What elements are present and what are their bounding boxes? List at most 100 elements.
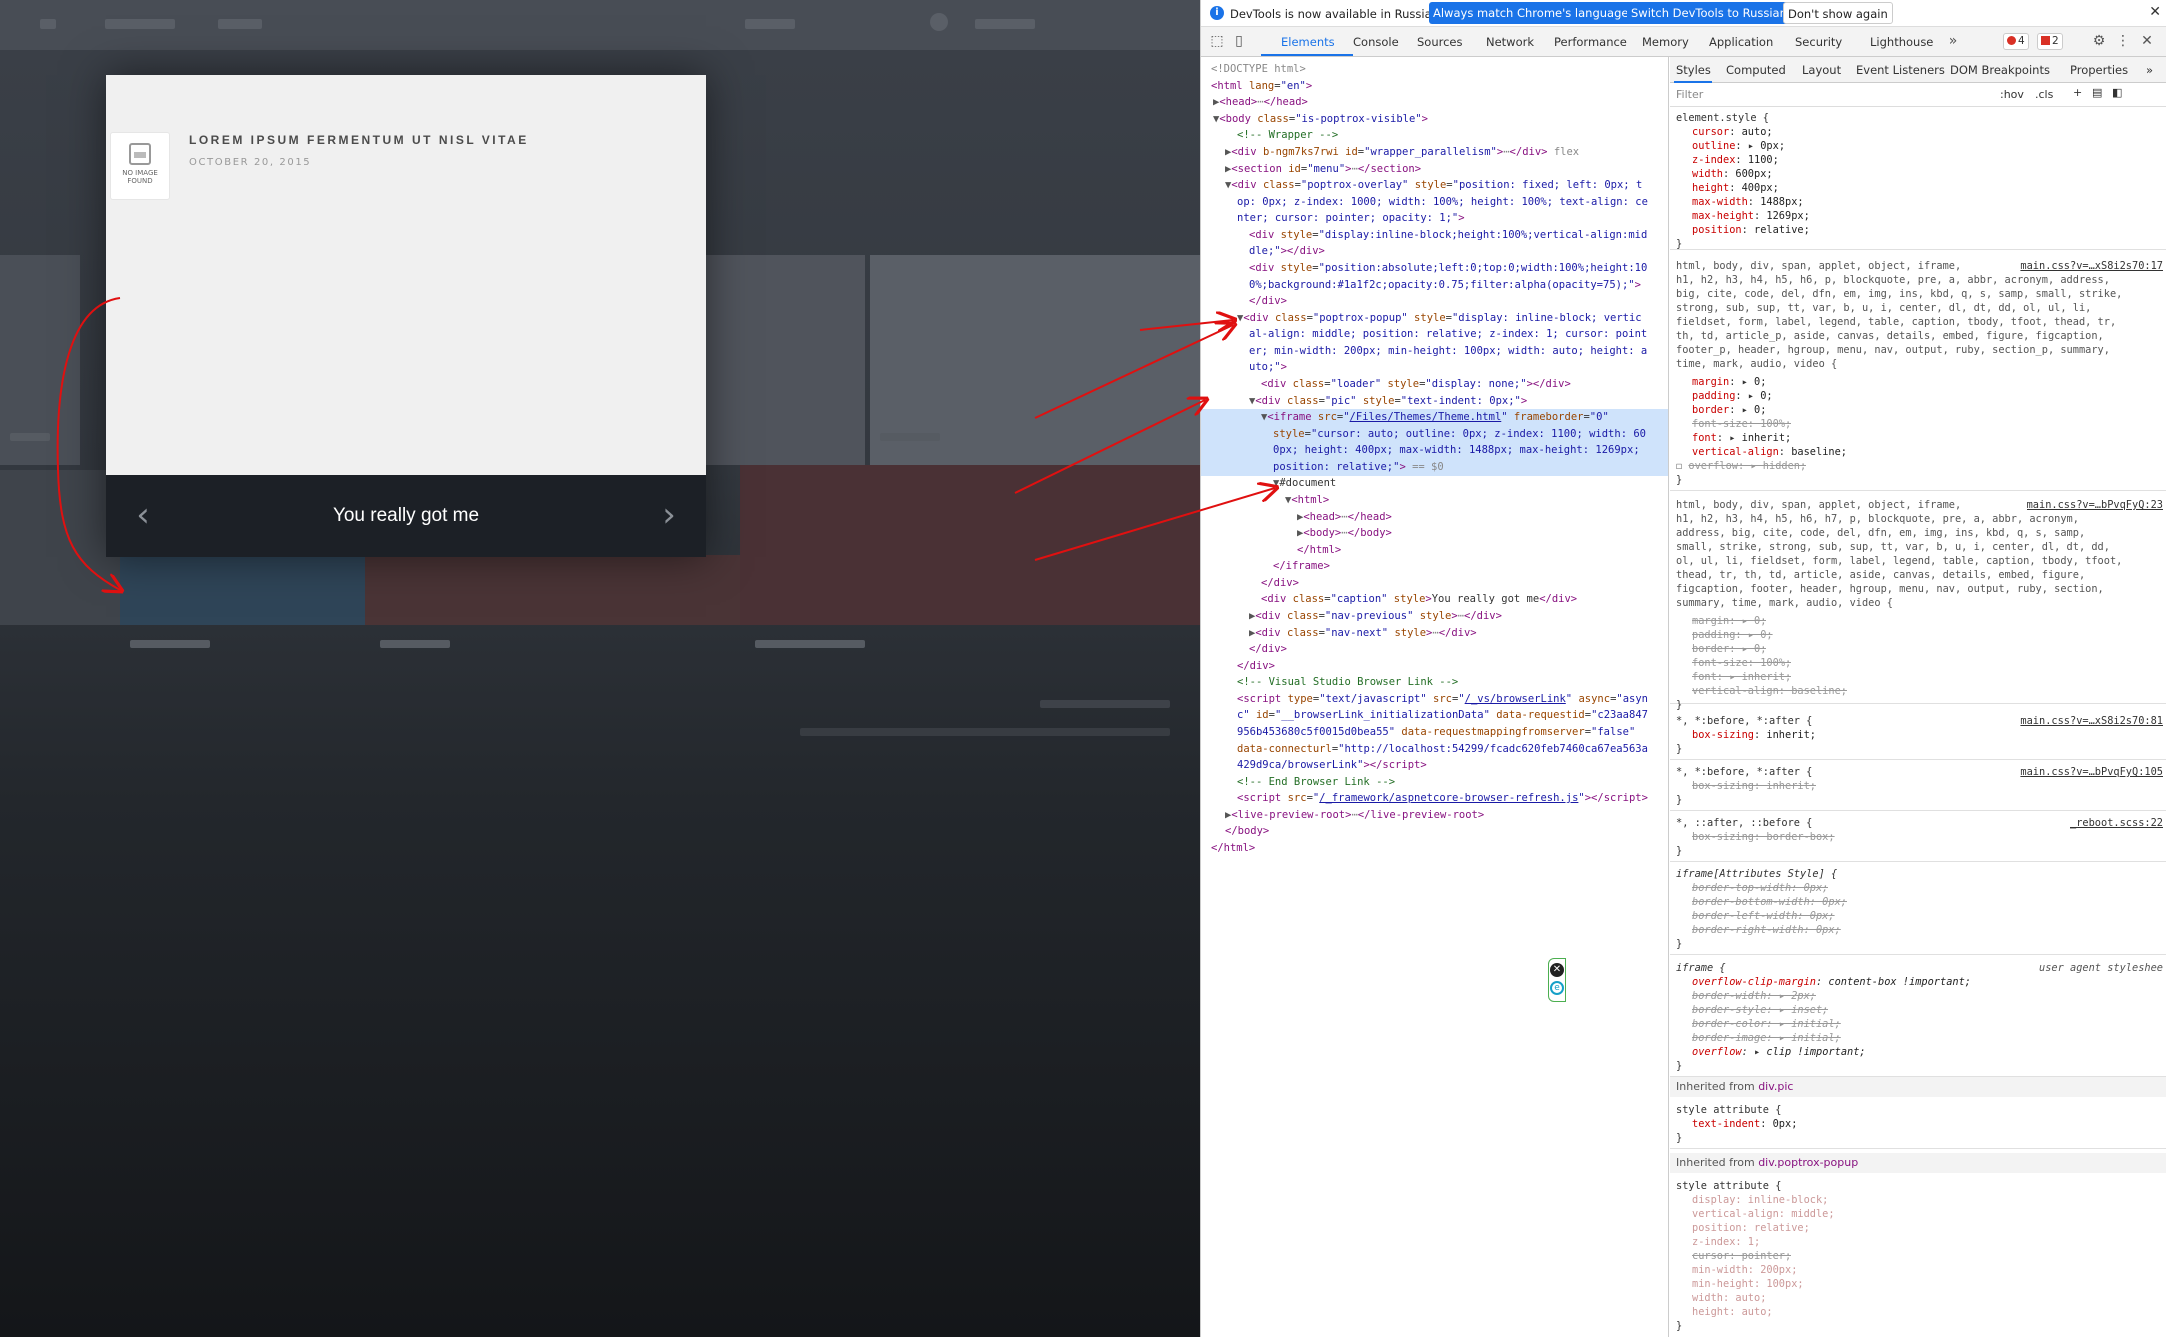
declaration[interactable]: text-indent: 0px; <box>1692 1117 1797 1131</box>
dom-line[interactable]: ▼<div class="poptrox-overlay" style="pos… <box>1201 177 1668 194</box>
declaration[interactable]: border-style: ▸ inset; <box>1692 1003 1828 1017</box>
declaration[interactable]: vertical-align: middle; <box>1692 1207 1835 1221</box>
dom-line[interactable]: </div> <box>1201 658 1668 675</box>
close-devtools-icon[interactable]: ✕ <box>2139 33 2155 49</box>
tab-performance[interactable]: Performance <box>1554 35 1627 49</box>
dom-line[interactable]: al-align: middle; position: relative; z-… <box>1201 326 1668 343</box>
declaration[interactable]: margin: ▸ 0; <box>1692 614 1766 628</box>
declaration[interactable]: font: ▸ inherit; <box>1692 670 1791 684</box>
switch-to-russian-button[interactable]: Switch DevTools to Russian <box>1627 2 1791 24</box>
declaration[interactable]: position: relative; <box>1692 1221 1810 1235</box>
tab-memory[interactable]: Memory <box>1642 35 1689 49</box>
dom-line[interactable]: ▶<head>⋯</head> <box>1201 94 1668 111</box>
tab-console[interactable]: Console <box>1353 35 1399 49</box>
subtab-styles[interactable]: Styles <box>1676 63 1711 77</box>
dom-line[interactable]: 0%;background:#1a1f2c;opacity:0.75;filte… <box>1201 277 1668 294</box>
dom-line[interactable]: er; min-width: 200px; min-height: 100px;… <box>1201 343 1668 360</box>
paint-icon[interactable]: ▤ <box>2092 86 2102 99</box>
dom-line-selected[interactable]: style="cursor: auto; outline: 0px; z-ind… <box>1201 426 1668 443</box>
declaration[interactable]: font: ▸ inherit; <box>1692 431 1791 445</box>
hover-state-toggle[interactable]: :hov <box>2000 88 2024 101</box>
dom-line[interactable]: </div> <box>1201 293 1668 310</box>
chevron-right-icon[interactable]: › <box>654 498 684 532</box>
tab-elements[interactable]: Elements <box>1281 35 1335 49</box>
declaration[interactable]: position: relative; <box>1692 223 1810 237</box>
inspect-element-icon[interactable]: ⬚ <box>1209 33 1225 49</box>
declaration[interactable]: border-top-width: 0px; <box>1692 881 1828 895</box>
declaration[interactable]: font-size: 100%; <box>1692 656 1791 670</box>
declaration[interactable]: width: 600px; <box>1692 167 1773 181</box>
dom-line[interactable]: <!-- Wrapper --> <box>1201 127 1668 144</box>
source-link[interactable]: _reboot.scss:22 <box>2070 816 2163 830</box>
declaration[interactable]: box-sizing: border-box; <box>1692 830 1835 844</box>
declaration[interactable]: max-width: 1488px; <box>1692 195 1804 209</box>
error-count-badge[interactable]: 4 <box>2003 33 2029 50</box>
dom-line[interactable]: ▶<div class="nav-next" style>⋯</div> <box>1201 625 1668 642</box>
dom-line[interactable]: ▶<div b-ngm7ks7rwi id="wrapper_paralleli… <box>1201 144 1668 161</box>
dom-line[interactable]: <html lang="en"> <box>1201 78 1668 95</box>
declaration[interactable]: height: auto; <box>1692 1305 1773 1319</box>
subtab-dom-breakpoints[interactable]: DOM Breakpoints <box>1950 63 2050 77</box>
declaration[interactable]: z-index: 1100; <box>1692 153 1779 167</box>
dom-line[interactable]: </html> <box>1201 542 1668 559</box>
tab-network[interactable]: Network <box>1486 35 1534 49</box>
declaration[interactable]: min-width: 200px; <box>1692 1263 1797 1277</box>
close-circle-icon[interactable]: ✕ <box>1550 963 1564 977</box>
declaration[interactable]: border-left-width: 0px; <box>1692 909 1835 923</box>
declaration[interactable]: overflow-clip-margin: content-box !impor… <box>1692 975 1971 989</box>
dom-line[interactable]: ▶<div class="nav-previous" style>⋯</div> <box>1201 608 1668 625</box>
dom-line[interactable]: </div> <box>1201 641 1668 658</box>
dom-line-selected[interactable]: ▼<iframe src="/Files/Themes/Theme.html" … <box>1201 409 1668 426</box>
declaration[interactable]: margin: ▸ 0; <box>1692 375 1766 389</box>
dom-line[interactable]: <div style="position:absolute;left:0;top… <box>1201 260 1668 277</box>
subtab-computed[interactable]: Computed <box>1726 63 1786 77</box>
close-icon[interactable]: ✕ <box>2149 4 2161 20</box>
tab-sources[interactable]: Sources <box>1417 35 1463 49</box>
declaration[interactable]: max-height: 1269px; <box>1692 209 1810 223</box>
more-tabs-icon[interactable]: » <box>1945 33 1961 49</box>
declaration[interactable]: border-width: ▸ 2px; <box>1692 989 1816 1003</box>
source-link[interactable]: main.css?v=…bPvqFyQ:105 <box>2020 765 2163 779</box>
declaration[interactable]: box-sizing: inherit; <box>1692 779 1816 793</box>
dom-line[interactable]: </html> <box>1201 840 1668 857</box>
dom-line[interactable]: <script src="/_framework/aspnetcore-brow… <box>1201 790 1668 807</box>
more-subtabs-icon[interactable]: » <box>2146 63 2153 77</box>
dom-line[interactable]: c" id="__browserLink_initializationData"… <box>1201 707 1668 724</box>
extension-icon[interactable]: e <box>1550 981 1564 995</box>
source-link[interactable]: main.css?v=…bPvqFyQ:23 <box>2027 498 2163 512</box>
declaration[interactable]: font-size: 100%; <box>1692 417 1791 431</box>
subtab-layout[interactable]: Layout <box>1802 63 1841 77</box>
dom-line[interactable]: ▶<section id="menu">⋯</section> <box>1201 161 1668 178</box>
declaration[interactable]: cursor: auto; <box>1692 125 1773 139</box>
kebab-menu-icon[interactable]: ⋮ <box>2115 33 2131 49</box>
declaration[interactable]: height: 400px; <box>1692 181 1779 195</box>
dom-line[interactable]: 956b453680c5f0015d0bea55" data-requestma… <box>1201 724 1668 741</box>
class-toggle[interactable]: .cls <box>2035 88 2053 101</box>
dom-line[interactable]: <!-- Visual Studio Browser Link --> <box>1201 674 1668 691</box>
declaration[interactable]: border: ▸ 0; <box>1692 403 1766 417</box>
dom-line[interactable]: ▼<div class="pic" style="text-indent: 0p… <box>1201 393 1668 410</box>
computed-sidebar-icon[interactable]: ◧ <box>2112 86 2122 99</box>
dom-line-selected[interactable]: 0px; height: 400px; max-width: 1488px; m… <box>1201 442 1668 459</box>
declaration[interactable]: outline: ▸ 0px; <box>1692 139 1785 153</box>
gear-icon[interactable]: ⚙ <box>2091 33 2107 49</box>
declaration[interactable]: ☐ overflow: ▸ hidden; <box>1676 459 1806 473</box>
extension-side-icons[interactable]: ✕ e <box>1548 958 1566 1002</box>
declaration[interactable]: border-bottom-width: 0px; <box>1692 895 1847 909</box>
declaration[interactable]: padding: ▸ 0; <box>1692 389 1773 403</box>
dom-line[interactable]: </div> <box>1201 575 1668 592</box>
dom-line[interactable]: dle;"></div> <box>1201 243 1668 260</box>
declaration[interactable]: border-right-width: 0px; <box>1692 923 1841 937</box>
dom-line[interactable]: op: 0px; z-index: 1000; width: 100%; hei… <box>1201 194 1668 211</box>
tab-lighthouse[interactable]: Lighthouse <box>1870 35 1933 49</box>
dom-line[interactable]: nter; cursor: pointer; opacity: 1;"> <box>1201 210 1668 227</box>
dom-line[interactable]: <script type="text/javascript" src="/_vs… <box>1201 691 1668 708</box>
source-link[interactable]: main.css?v=…xS8i2s70:81 <box>2020 714 2163 728</box>
inherited-element-link[interactable]: div.pic <box>1758 1080 1793 1093</box>
declaration[interactable]: border-image: ▸ initial; <box>1692 1031 1841 1045</box>
declaration[interactable]: z-index: 1; <box>1692 1235 1760 1249</box>
declaration[interactable]: padding: ▸ 0; <box>1692 628 1773 642</box>
inherited-element-link[interactable]: div.poptrox-popup <box>1758 1156 1858 1169</box>
declaration[interactable]: vertical-align: baseline; <box>1692 445 1847 459</box>
dom-line-selected[interactable]: position: relative;"> == $0 <box>1201 459 1668 476</box>
